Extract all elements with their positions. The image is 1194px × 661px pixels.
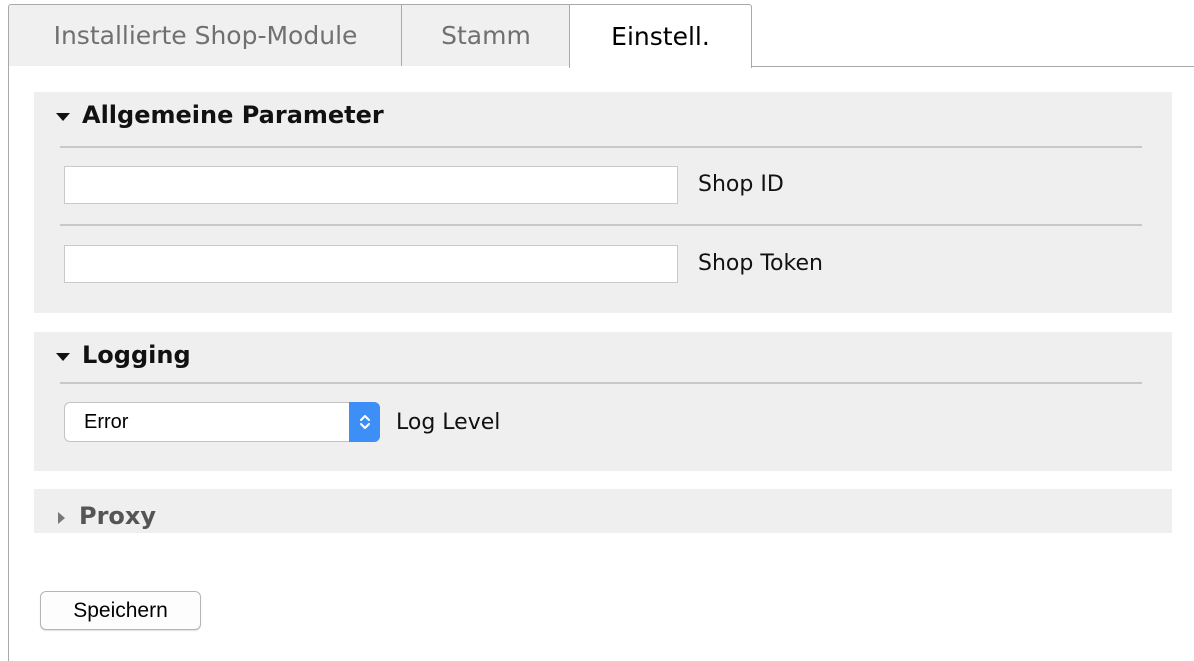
shop-id-label: Shop ID	[698, 172, 784, 197]
group-title: Allgemeine Parameter	[82, 101, 384, 129]
divider	[60, 146, 1142, 148]
tab-label: Stamm	[441, 21, 531, 50]
shop-token-input[interactable]	[64, 245, 678, 283]
save-button[interactable]: Speichern	[40, 591, 201, 630]
tab-bar-border	[751, 66, 1194, 67]
tab-label: Einstell.	[611, 22, 710, 51]
chevron-up-down-icon	[349, 402, 380, 442]
shop-id-input[interactable]	[64, 166, 678, 204]
caret-down-icon	[56, 113, 70, 121]
log-level-select[interactable]: Error	[64, 402, 380, 442]
divider	[60, 382, 1142, 384]
divider	[60, 224, 1142, 226]
tab-installed-shop-modules[interactable]: Installierte Shop-Module	[8, 4, 402, 66]
group-title: Logging	[82, 341, 191, 369]
save-button-label: Speichern	[73, 598, 168, 622]
panel-left-border	[8, 66, 9, 661]
group-general-parameters: Allgemeine Parameter Shop ID Shop Token	[34, 92, 1172, 313]
shop-token-label: Shop Token	[698, 251, 823, 276]
tab-einstell[interactable]: Einstell.	[569, 4, 752, 68]
caret-right-icon	[58, 512, 65, 524]
group-logging-header[interactable]: Logging	[56, 332, 191, 378]
tab-label: Installierte Shop-Module	[53, 21, 358, 50]
group-logging: Logging Error Log Level	[34, 332, 1172, 471]
caret-down-icon	[56, 353, 70, 361]
group-proxy-header[interactable]: Proxy	[56, 489, 156, 543]
group-proxy: Proxy	[34, 489, 1172, 533]
log-level-value: Error	[84, 410, 129, 433]
log-level-label: Log Level	[396, 410, 501, 435]
group-title: Proxy	[79, 502, 157, 530]
tab-stamm[interactable]: Stamm	[401, 4, 570, 66]
group-general-header[interactable]: Allgemeine Parameter	[56, 92, 384, 138]
